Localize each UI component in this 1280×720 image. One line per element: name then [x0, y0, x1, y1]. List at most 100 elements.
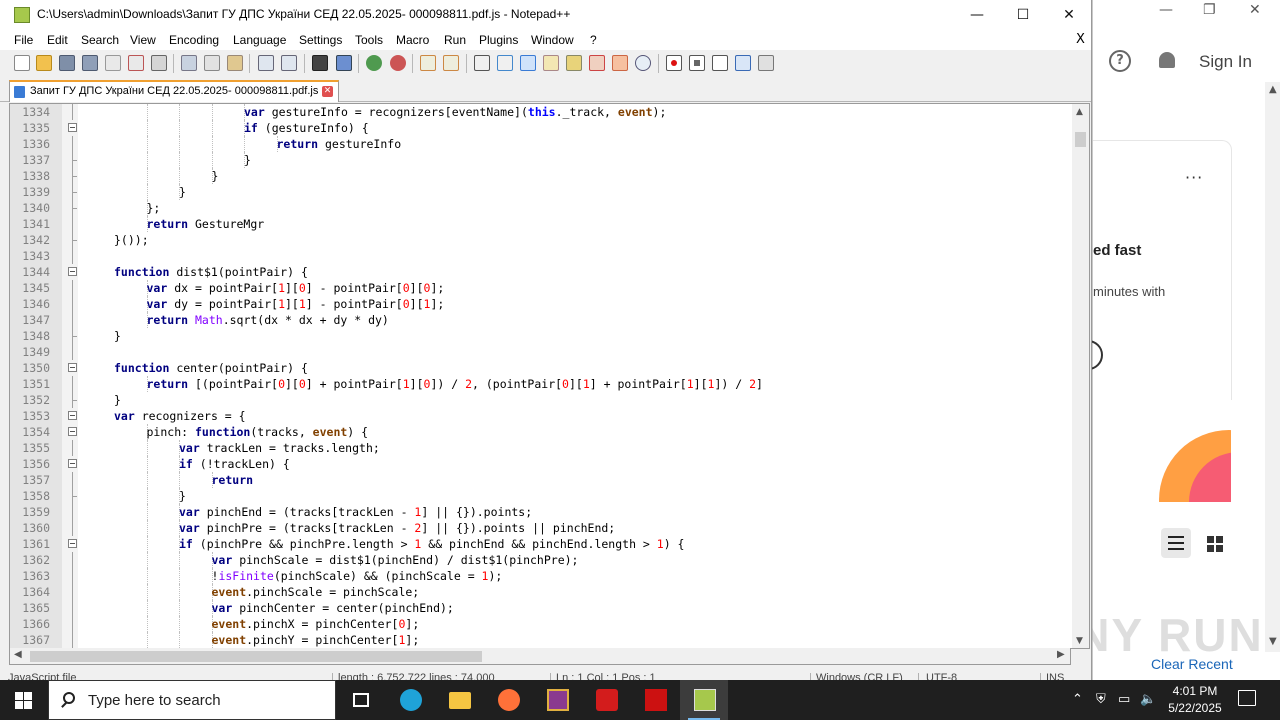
menu-macro[interactable]: Macro [396, 33, 429, 47]
zoom-in-icon[interactable] [366, 55, 382, 71]
code-line[interactable]: 1349 [10, 344, 1072, 360]
minimize-button[interactable]: — [954, 0, 1000, 31]
sync-horizontal-icon[interactable] [443, 55, 459, 71]
menu-search[interactable]: Search [81, 33, 119, 47]
title-bar[interactable]: C:\Users\admin\Downloads\Запит ГУ ДПС Ук… [0, 0, 1091, 31]
code-line[interactable]: 1338} [10, 168, 1072, 184]
task-view-icon[interactable] [336, 680, 384, 720]
tab-close-icon[interactable]: ✕ [322, 86, 333, 97]
code-line[interactable]: 1350 function center(pointPair) { [10, 360, 1072, 376]
menu-plugins[interactable]: Plugins [479, 33, 518, 47]
find-icon[interactable] [312, 55, 328, 71]
code-line[interactable]: 1351 return [(pointPair[0][0] + pointPair… [10, 376, 1072, 392]
code-line[interactable]: 1358} [10, 488, 1072, 504]
list-view-icon[interactable] [1161, 528, 1191, 558]
bg-restore-button[interactable]: ❐ [1203, 2, 1216, 18]
code-line[interactable]: 1356 if (!trackLen) { [10, 456, 1072, 472]
print-icon[interactable] [151, 55, 167, 71]
bg-scrollbar[interactable]: ▲ ▼ [1265, 82, 1280, 652]
code-line[interactable]: 1363 !isFinite(pinchScale) && (pinchScale… [10, 568, 1072, 584]
redo-icon[interactable] [281, 55, 297, 71]
horizontal-scrollbar[interactable]: ◀ ▶ [9, 648, 1071, 665]
code-line[interactable]: 1360 var pinchPre = (tracks[trackLen - 2]… [10, 520, 1072, 536]
doc-list-icon[interactable] [612, 55, 628, 71]
code-line[interactable]: 1352} [10, 392, 1072, 408]
help-icon[interactable]: ? [1109, 50, 1131, 72]
sign-in-link[interactable]: Sign In [1199, 52, 1252, 72]
winrar-icon[interactable] [533, 680, 581, 720]
word-wrap-icon[interactable] [474, 55, 490, 71]
code-line[interactable]: 1364 event.pinchScale = pinchScale; [10, 584, 1072, 600]
code-line[interactable]: 1343 [10, 248, 1072, 264]
code-line[interactable]: 1367 event.pinchY = pinchCenter[1]; [10, 632, 1072, 648]
code-line[interactable]: 1362 var pinchScale = dist$1(pinchEnd) / … [10, 552, 1072, 568]
indent-guide-icon[interactable] [520, 55, 536, 71]
edge-icon[interactable] [386, 680, 434, 720]
code-line[interactable]: 1337} [10, 152, 1072, 168]
code-line[interactable]: 1344 function dist$1(pointPair) { [10, 264, 1072, 280]
fold-toggle-icon[interactable] [68, 267, 77, 276]
maximize-button[interactable]: ☐ [1000, 0, 1046, 31]
menu-run[interactable]: Run [444, 33, 466, 47]
security-icon[interactable]: ⛨ [1096, 692, 1106, 707]
code-line[interactable]: 1342}()); [10, 232, 1072, 248]
more-options-icon[interactable]: ··· [1185, 168, 1203, 187]
menu-view[interactable]: View [130, 33, 156, 47]
scroll-down-arrow[interactable]: ▼ [1076, 636, 1083, 646]
fold-toggle-icon[interactable] [68, 123, 77, 132]
scroll-left-arrow[interactable]: ◀ [14, 649, 22, 660]
sync-vertical-icon[interactable] [420, 55, 436, 71]
show-hidden-icons-icon[interactable]: ⌃ [1072, 692, 1083, 707]
bg-close-button[interactable]: ✕ [1249, 2, 1261, 18]
bg-minimize-button[interactable]: — [1159, 2, 1173, 18]
vertical-scroll-thumb[interactable] [1075, 132, 1086, 147]
menu-language[interactable]: Language [233, 33, 286, 47]
run-macro-multiple-icon[interactable] [735, 55, 751, 71]
code-line[interactable]: 1348} [10, 328, 1072, 344]
record-macro-icon[interactable] [666, 55, 682, 71]
replace-icon[interactable] [336, 55, 352, 71]
grid-view-icon[interactable] [1207, 536, 1223, 552]
close-icon[interactable] [105, 55, 121, 71]
anyrun-app-icon[interactable] [631, 680, 679, 720]
menu-help[interactable]: ? [590, 33, 597, 47]
code-line[interactable]: 1354 pinch: function(tracks, event) { [10, 424, 1072, 440]
acrobat-icon[interactable] [582, 680, 630, 720]
taskbar-search-box[interactable]: Type here to search [48, 680, 336, 720]
code-line[interactable]: 1334 var gestureInfo = recognizers[eventN… [10, 104, 1072, 120]
copy-icon[interactable] [204, 55, 220, 71]
save-all-icon[interactable] [82, 55, 98, 71]
paste-icon[interactable] [227, 55, 243, 71]
code-editor[interactable]: 1334 var gestureInfo = recognizers[eventN… [9, 103, 1090, 649]
code-line[interactable]: 1355 var trackLen = tracks.length; [10, 440, 1072, 456]
folder-as-workspace-icon[interactable] [589, 55, 605, 71]
save-icon[interactable] [59, 55, 75, 71]
zoom-out-icon[interactable] [390, 55, 406, 71]
function-list-icon[interactable] [566, 55, 582, 71]
code-line[interactable]: 1346 var dy = pointPair[1][1] - pointPair… [10, 296, 1072, 312]
code-line[interactable]: 1359 var pinchEnd = (tracks[trackLen - 1]… [10, 504, 1072, 520]
bell-icon[interactable] [1159, 52, 1175, 68]
firefox-icon[interactable] [484, 680, 532, 720]
fold-toggle-icon[interactable] [68, 411, 77, 420]
close-document-button[interactable]: X [1076, 32, 1085, 47]
undo-icon[interactable] [258, 55, 274, 71]
play-macro-icon[interactable] [712, 55, 728, 71]
code-line[interactable]: 1345 var dx = pointPair[1][0] - pointPair… [10, 280, 1072, 296]
code-line[interactable]: 1340}; [10, 200, 1072, 216]
show-all-chars-icon[interactable] [497, 55, 513, 71]
doc-map-icon[interactable] [543, 55, 559, 71]
fold-toggle-icon[interactable] [68, 459, 77, 468]
cut-icon[interactable] [181, 55, 197, 71]
scroll-up-arrow[interactable]: ▲ [1076, 107, 1083, 117]
code-line[interactable]: 1347 return Math.sqrt(dx * dx + dy * dy) [10, 312, 1072, 328]
close-window-button[interactable]: ✕ [1046, 0, 1092, 31]
menu-file[interactable]: File [14, 33, 33, 47]
code-line[interactable]: 1366 event.pinchX = pinchCenter[0]; [10, 616, 1072, 632]
code-line[interactable]: 1361 if (pinchPre && pinchPre.length > 1 … [10, 536, 1072, 552]
menu-tools[interactable]: Tools [355, 33, 383, 47]
menu-edit[interactable]: Edit [47, 33, 68, 47]
menu-window[interactable]: Window [531, 33, 574, 47]
network-icon[interactable]: ▭ [1118, 692, 1130, 707]
save-macro-icon[interactable] [758, 55, 774, 71]
